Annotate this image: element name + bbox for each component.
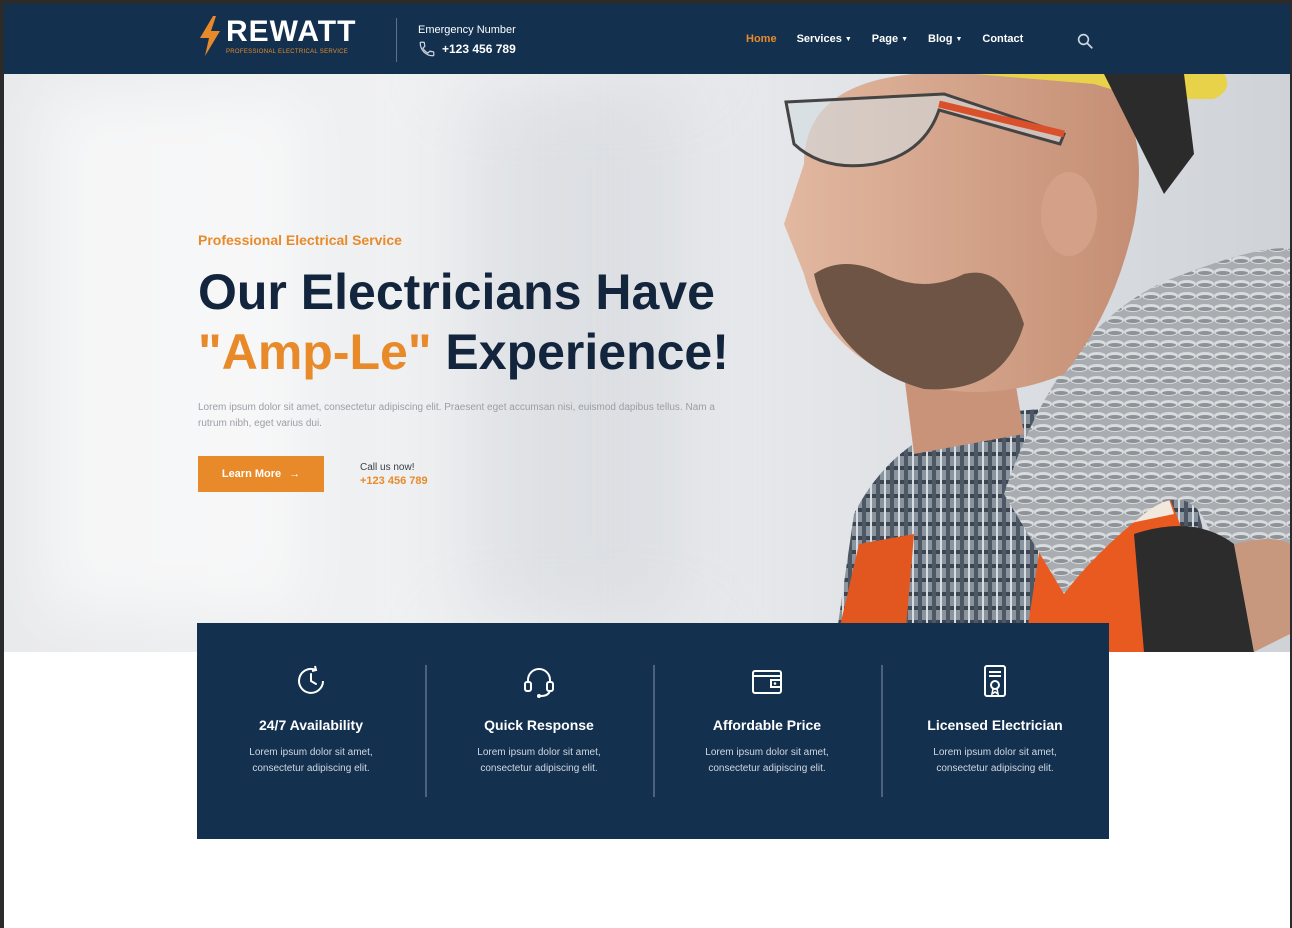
feature-description: Lorem ipsum dolor sit amet, consectetur … xyxy=(477,747,601,774)
learn-more-button[interactable]: Learn More → xyxy=(198,456,324,492)
feature-title: 24/7 Availability xyxy=(258,717,363,733)
nav-contact[interactable]: Contact xyxy=(982,33,1023,45)
logo-tagline: PROFESSIONAL ELECTRICAL SERVICE xyxy=(226,48,349,55)
feature-description: Lorem ipsum dolor sit amet, consectetur … xyxy=(705,747,829,774)
main-menu: Home Services ▼ Page ▼ Blog ▼ Contact xyxy=(746,33,1043,45)
emergency-contact: Emergency Number +123 456 789 xyxy=(418,24,516,58)
nav-page[interactable]: Page ▼ xyxy=(872,33,908,45)
electrician-photo xyxy=(784,74,1290,652)
nav-contact-label: Contact xyxy=(982,33,1024,45)
headset-icon xyxy=(524,668,554,698)
page: REWATT PROFESSIONAL ELECTRICAL SERVICE E… xyxy=(4,4,1290,928)
chevron-down-icon: ▼ xyxy=(844,35,852,43)
nav-page-label: Page xyxy=(871,33,899,45)
call-us-phone[interactable]: +123 456 789 xyxy=(360,475,428,487)
lightning-bolt-icon xyxy=(200,16,220,56)
features-bar: 24/7 Availability Lorem ipsum dolor sit … xyxy=(197,623,1109,839)
nav-home-label: Home xyxy=(746,33,777,45)
hero-section: Professional Electrical Service Our Elec… xyxy=(4,74,1290,652)
feature-title: Licensed Electrician xyxy=(927,717,1063,733)
hero-description: Lorem ipsum dolor sit amet, consectetur … xyxy=(198,402,715,429)
feature-card: Affordable Price Lorem ipsum dolor sit a… xyxy=(653,623,881,839)
call-us-block: Call us now! +123 456 789 xyxy=(360,462,428,487)
header-divider xyxy=(396,18,397,62)
hero-content: Professional Electrical Service Our Elec… xyxy=(198,232,818,492)
emergency-phone[interactable]: +123 456 789 xyxy=(442,42,516,56)
hero-title-line1: Our Electricians Have xyxy=(198,264,715,320)
chevron-down-icon: ▼ xyxy=(901,35,908,43)
learn-more-label: Learn More xyxy=(221,468,282,480)
feature-card: 24/7 Availability Lorem ipsum dolor sit … xyxy=(197,623,425,839)
logo[interactable]: REWATT PROFESSIONAL ELECTRICAL SERVICE xyxy=(198,16,356,56)
hero-eyebrow: Professional Electrical Service xyxy=(198,232,402,248)
hero-cta-row: Learn More → Call us now! +123 456 789 xyxy=(198,456,818,492)
emergency-label: Emergency Number xyxy=(418,24,516,36)
feature-title: Affordable Price xyxy=(712,717,822,733)
call-us-label: Call us now! xyxy=(360,461,415,473)
hero-title-rest: Experience! xyxy=(431,324,729,380)
feature-description: Lorem ipsum dolor sit amet, consectetur … xyxy=(933,747,1057,774)
nav-services-label: Services xyxy=(796,33,842,45)
feature-description: Lorem ipsum dolor sit amet, consectetur … xyxy=(249,747,373,774)
certificate-icon xyxy=(984,665,1006,697)
search-icon[interactable] xyxy=(1076,32,1094,50)
feature-title: Quick Response xyxy=(484,717,594,733)
arrow-right-icon: → xyxy=(289,468,301,480)
nav-blog[interactable]: Blog ▼ xyxy=(928,33,962,45)
nav-blog-label: Blog xyxy=(928,33,953,45)
feature-card: Quick Response Lorem ipsum dolor sit ame… xyxy=(425,623,653,839)
hero-title-accent: "Amp-Le" xyxy=(198,324,432,380)
phone-icon xyxy=(419,41,435,57)
navbar: REWATT PROFESSIONAL ELECTRICAL SERVICE E… xyxy=(4,4,1290,74)
feature-card: Licensed Electrician Lorem ipsum dolor s… xyxy=(881,623,1109,839)
logo-wordmark: REWATT xyxy=(226,14,357,48)
nav-services[interactable]: Services ▼ xyxy=(797,33,852,45)
hero-title: Our Electricians Have "Amp-Le" Experienc… xyxy=(198,262,818,382)
clock-icon xyxy=(298,665,324,694)
chevron-down-icon: ▼ xyxy=(955,35,963,43)
nav-home[interactable]: Home xyxy=(746,33,777,45)
wallet-icon xyxy=(752,670,782,694)
